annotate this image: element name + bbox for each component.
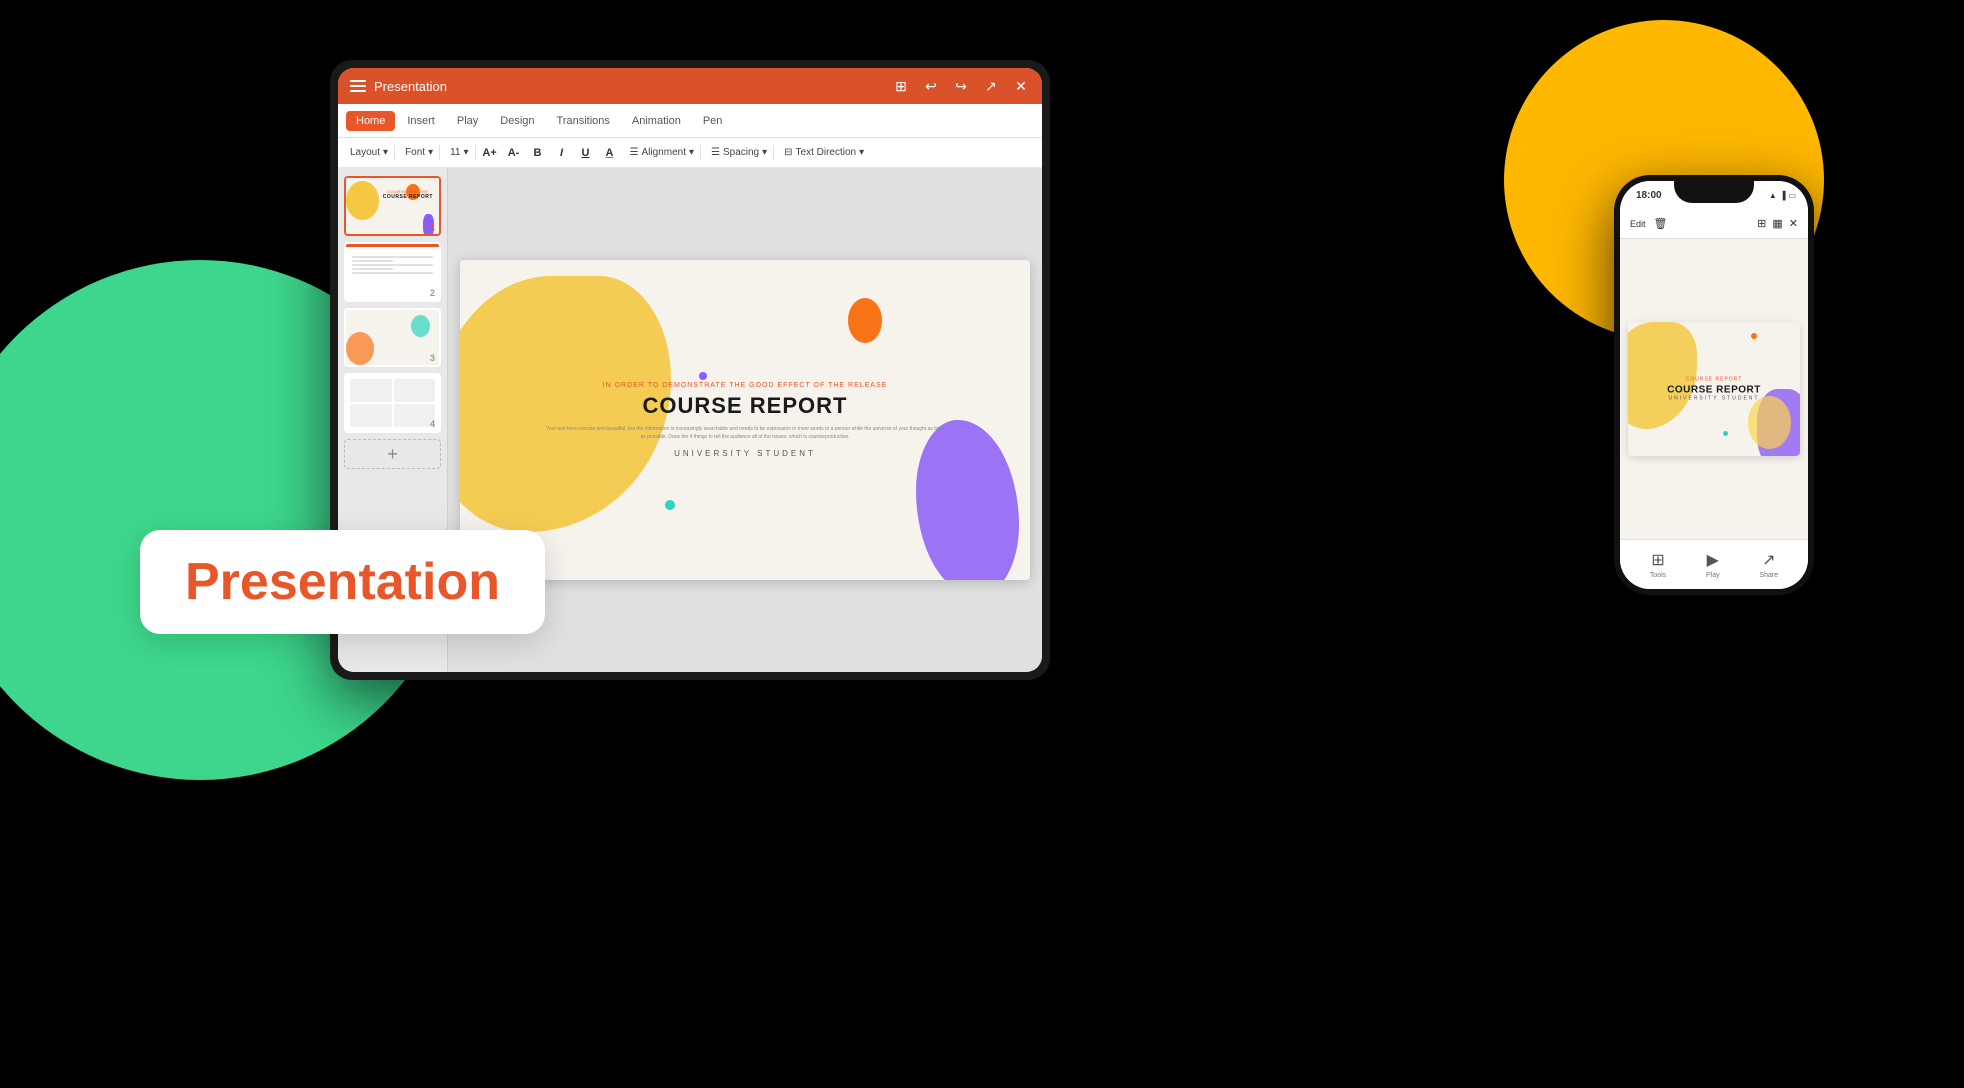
tablet-title: Presentation [374,79,447,94]
share-icon-bottom: ↗ [1762,550,1775,570]
phone-slide-subtitle: UNIVERSITY STUDENT [1645,395,1783,401]
tab-play[interactable]: Play [447,111,488,131]
tablet-format-bar: Layout ▾ Font ▾ 11 ▾ A+ A- B I U A ☰ [338,138,1042,168]
phone-status-icons: ▲ ▐ ▭ [1769,191,1796,200]
layout-label: Layout [350,147,380,158]
phone-close-icon[interactable]: ✕ [1789,217,1798,230]
underline-button[interactable]: U [576,143,596,163]
phone-inner: 18:00 ▲ ▐ ▭ Edit 🗑 ⊞ ▦ ✕ [1620,181,1808,589]
presentation-label-card: Presentation [140,530,545,634]
font-size-value: 11 [450,147,460,158]
phone-frame: 18:00 ▲ ▐ ▭ Edit 🗑 ⊞ ▦ ✕ [1614,175,1814,595]
alignment-icon: ☰ [630,147,639,158]
bold-button[interactable]: B [528,143,548,163]
close-icon[interactable]: ✕ [1012,77,1030,95]
battery-icon: ▭ [1788,191,1796,200]
phone-delete-icon[interactable]: 🗑 [1654,217,1668,230]
add-slide-button[interactable]: + [344,439,441,469]
phone-edit-label[interactable]: Edit [1630,219,1646,229]
font-chevron-icon: ▾ [428,147,433,158]
tab-home[interactable]: Home [346,111,395,131]
phone-time: 18:00 [1636,190,1662,201]
alignment-dropdown[interactable]: ☰ Alignment ▾ [624,145,701,160]
alignment-label: Alignment [642,147,686,158]
slide-thumb-2[interactable]: 2 [344,242,441,302]
slide-subtitle-bottom: UNIVERSITY STUDENT [546,449,945,458]
slide-canvas: IN ORDER TO DEMONSTRATE THE GOOD EFFECT … [460,260,1030,581]
phone-bottom-bar: ⊞ Tools ▶ Play ↗ Share [1620,539,1808,589]
font-color-button[interactable]: A [600,143,620,163]
phone-tools-button[interactable]: ⊞ Tools [1650,550,1666,579]
share-icon[interactable]: ↗ [982,77,1000,95]
font-grow-button[interactable]: A+ [480,143,500,163]
text-direction-dropdown[interactable]: ⊟ Text Direction ▾ [778,145,870,160]
font-size-chevron-icon: ▾ [464,147,469,158]
font-label: Font [405,147,425,158]
phone-slide-text: COURSE REPORT COURSE REPORT UNIVERSITY S… [1645,376,1783,401]
phone-device: 18:00 ▲ ▐ ▭ Edit 🗑 ⊞ ▦ ✕ [1614,175,1814,595]
italic-button[interactable]: I [552,143,572,163]
text-direction-icon: ⊟ [784,147,792,158]
slide-thumb-3[interactable]: 3 [344,308,441,368]
tablet-nav-toolbar: Home Insert Play Design Transitions Anim… [338,104,1042,138]
phone-toolbar-right: ⊞ ▦ ✕ [1757,217,1798,230]
tablet-titlebar: Presentation ⊞ ↩ ↪ ↗ ✕ [338,68,1042,104]
slide-thumb-1[interactable]: COURSE REPORT COURSE REPORT 1 [344,176,441,236]
slide-text-content: IN ORDER TO DEMONSTRATE THE GOOD EFFECT … [546,382,945,458]
tab-insert[interactable]: Insert [397,111,445,131]
teal-dot [665,500,675,510]
phone-play-button[interactable]: ▶ Play [1706,550,1720,579]
font-size-dropdown[interactable]: 11 ▾ [444,145,475,160]
redo-icon[interactable]: ↪ [952,77,970,95]
play-icon: ▶ [1707,550,1719,570]
tools-label: Tools [1650,572,1666,579]
titlebar-left: Presentation [350,79,447,94]
slide-subtitle-top: IN ORDER TO DEMONSTRATE THE GOOD EFFECT … [546,382,945,389]
tab-design[interactable]: Design [490,111,544,131]
phone-slide-title: COURSE REPORT [1645,384,1783,395]
purple-dot [699,372,707,380]
phone-toolbar: Edit 🗑 ⊞ ▦ ✕ [1620,209,1808,239]
share-label: Share [1759,572,1778,579]
phone-notch [1674,181,1754,203]
font-shrink-button[interactable]: A- [504,143,524,163]
font-dropdown[interactable]: Font ▾ [399,145,440,160]
phone-teal-dot [1723,431,1728,436]
spacing-chevron-icon: ▾ [762,147,767,158]
spacing-label: Spacing [723,147,759,158]
layout-chevron-icon: ▾ [383,147,388,158]
phone-orange-dot [1751,333,1757,339]
layout-dropdown[interactable]: Layout ▾ [344,145,395,160]
undo-icon[interactable]: ↩ [922,77,940,95]
phone-share-button[interactable]: ↗ Share [1759,550,1778,579]
phone-slide-canvas: COURSE REPORT COURSE REPORT UNIVERSITY S… [1628,322,1800,456]
slide-main-title: COURSE REPORT [546,393,945,419]
signal-icon: ▐ [1780,191,1786,200]
slide-body-text: Your text here concise and beautiful, bu… [546,425,945,441]
presentation-label-text: Presentation [185,553,500,611]
text-direction-label: Text Direction [796,147,857,158]
titlebar-right: ⊞ ↩ ↪ ↗ ✕ [892,77,1030,95]
minimize-icon[interactable]: ⊞ [892,77,910,95]
play-label: Play [1706,572,1720,579]
phone-layout-icon[interactable]: ▦ [1772,217,1782,230]
hamburger-menu-icon[interactable] [350,80,366,92]
tab-pen[interactable]: Pen [693,111,733,131]
tab-transitions[interactable]: Transitions [547,111,620,131]
alignment-chevron-icon: ▾ [689,147,694,158]
orange-dot [848,298,882,343]
tab-animation[interactable]: Animation [622,111,691,131]
text-direction-chevron-icon: ▾ [859,147,864,158]
nav-tabs: Home Insert Play Design Transitions Anim… [346,111,732,131]
phone-grid-icon[interactable]: ⊞ [1757,217,1766,230]
phone-slide-sub: COURSE REPORT [1645,376,1783,382]
slide-thumb-4[interactable]: 4 [344,373,441,433]
phone-slide-area: COURSE REPORT COURSE REPORT UNIVERSITY S… [1620,239,1808,539]
tools-icon: ⊞ [1651,550,1664,570]
spacing-icon: ☰ [711,147,720,158]
spacing-dropdown[interactable]: ☰ Spacing ▾ [705,145,774,160]
phone-toolbar-left: Edit 🗑 [1630,217,1667,230]
wifi-icon: ▲ [1769,191,1777,200]
